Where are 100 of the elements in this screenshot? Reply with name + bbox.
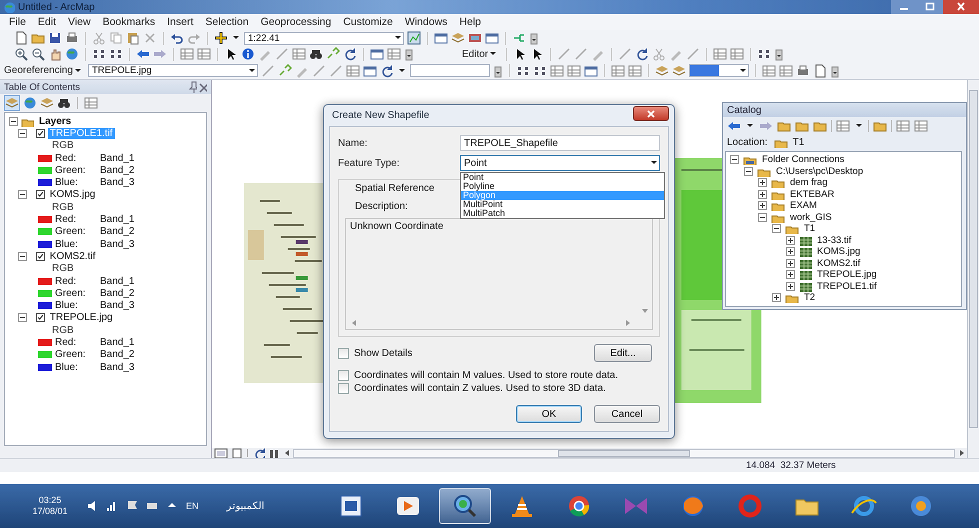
expander-icon[interactable] (758, 201, 767, 210)
tree-item[interactable]: T2 (804, 292, 816, 304)
checkbox[interactable] (338, 383, 349, 394)
page-icon[interactable] (812, 64, 827, 78)
tree-item[interactable]: TREPOLE1.tif (817, 280, 877, 292)
expander-icon[interactable] (730, 155, 739, 164)
menu-item[interactable]: Help (454, 16, 486, 28)
tree-item[interactable]: work_GIS (790, 212, 832, 223)
toolbar-options-icon[interactable] (404, 47, 414, 61)
language-indicator[interactable]: EN (186, 501, 199, 511)
pause-icon[interactable] (267, 447, 279, 458)
layer-dropdown[interactable]: TREPOLE.jpg (88, 64, 258, 77)
expander-icon[interactable] (772, 293, 781, 302)
checkbox[interactable] (36, 128, 45, 138)
layers-icon[interactable] (451, 31, 465, 45)
menu-item[interactable]: View (63, 16, 96, 28)
printer-icon[interactable] (796, 64, 810, 78)
expander-icon[interactable] (9, 116, 18, 126)
menu-item[interactable]: Selection (200, 16, 254, 28)
info-icon[interactable] (241, 47, 255, 61)
checkbox[interactable] (36, 190, 45, 200)
zoom-in-icon[interactable] (14, 47, 28, 61)
toolbar-options-icon[interactable] (774, 47, 784, 61)
expander-icon[interactable] (772, 224, 781, 234)
refresh-icon[interactable] (343, 47, 357, 61)
expander-icon[interactable] (786, 282, 795, 291)
zoom-out-icon[interactable] (31, 47, 45, 61)
menu-item[interactable]: File (4, 16, 31, 28)
input-field[interactable] (410, 64, 490, 77)
layer-name[interactable]: KOMS.jpg (48, 189, 98, 200)
paste-icon[interactable] (126, 31, 140, 45)
expander-icon[interactable] (744, 166, 753, 176)
tree-item[interactable]: T1 (804, 223, 816, 234)
expander-icon[interactable] (758, 190, 767, 199)
toolbar-options-icon[interactable] (830, 64, 840, 78)
back-arrow-icon[interactable] (136, 47, 150, 61)
maximize-button[interactable] (917, 0, 943, 14)
chart-icon[interactable] (407, 31, 421, 45)
layers-icon[interactable] (672, 64, 686, 78)
menu-item[interactable]: Bookmarks (98, 16, 160, 28)
ok-button[interactable]: OK (516, 405, 582, 423)
back-arrow-icon[interactable] (727, 119, 741, 133)
network-icon[interactable] (106, 499, 118, 513)
tree-item[interactable]: dem frag (790, 177, 828, 188)
tree-item[interactable]: TREPOLE.jpg (817, 269, 877, 280)
dropdown-option[interactable]: MultiPatch (461, 209, 664, 218)
toolbar-options-icon[interactable] (492, 64, 503, 78)
horizontal-scrollbar[interactable] (293, 448, 955, 458)
speaker-icon[interactable] (86, 499, 98, 513)
expander-icon[interactable] (18, 252, 27, 261)
binoculars-icon[interactable] (309, 47, 323, 61)
swoosh-icon[interactable] (850, 493, 878, 519)
window-icon[interactable] (584, 64, 598, 78)
menu-item[interactable]: Geoprocessing (256, 16, 336, 28)
menu-item[interactable]: Customize (338, 16, 398, 28)
globe-icon[interactable] (65, 47, 79, 61)
tree-item[interactable]: Folder Connections (762, 154, 844, 166)
printer-icon[interactable] (65, 31, 79, 45)
menu-item[interactable]: Windows (400, 16, 452, 28)
menu-item[interactable]: Insert (162, 16, 198, 28)
tree-item[interactable]: Layers (37, 116, 74, 127)
tree-item[interactable]: EXAM (790, 200, 817, 212)
taskbar-button[interactable] (438, 488, 491, 524)
tree-item[interactable]: KOMS.jpg (817, 246, 860, 258)
expander-icon[interactable] (758, 178, 767, 188)
layers-icon[interactable] (654, 64, 669, 78)
dropdown-option[interactable]: Polyline (461, 182, 664, 191)
table-icon[interactable] (762, 64, 776, 78)
table-icon[interactable] (610, 64, 625, 78)
tree-item[interactable]: C:\Users\pc\Desktop (776, 166, 864, 177)
layer-name[interactable]: KOMS2.tif (48, 250, 98, 262)
refresh-icon[interactable] (253, 447, 265, 458)
pin-icon[interactable] (187, 81, 197, 93)
expander-icon[interactable] (18, 313, 27, 322)
edit-button[interactable]: Edit... (594, 344, 652, 362)
layer-name[interactable]: TREPOLE.jpg (48, 312, 115, 324)
toolbar-label[interactable]: الكمبيوتر (226, 500, 265, 512)
expander-icon[interactable] (758, 212, 767, 222)
tree-item[interactable]: KOMS2.tif (817, 258, 860, 269)
dropdown-option[interactable]: Point (461, 173, 664, 182)
add-data-icon[interactable] (214, 31, 228, 45)
checkbox[interactable] (36, 313, 45, 322)
cancel-button[interactable]: Cancel (594, 405, 660, 423)
scroll-down-icon[interactable] (641, 307, 649, 315)
close-icon[interactable] (645, 108, 657, 120)
window-icon[interactable] (434, 31, 448, 45)
location-field[interactable]: T1 (774, 136, 804, 148)
expander-icon[interactable] (786, 236, 795, 245)
rotate-icon[interactable] (380, 64, 394, 78)
expander-icon[interactable] (786, 270, 795, 280)
undo-icon[interactable] (170, 31, 184, 45)
checkbox[interactable] (338, 370, 349, 381)
layout-view-icon[interactable] (214, 447, 228, 458)
table-icon[interactable] (778, 64, 793, 78)
dropdown-option[interactable]: MultiPoint (461, 200, 664, 209)
expander-icon[interactable] (18, 190, 27, 200)
window-icon[interactable] (370, 47, 384, 61)
table-icon[interactable] (550, 64, 564, 78)
table-icon[interactable] (566, 64, 581, 78)
vertical-scrollbar[interactable] (967, 80, 979, 458)
